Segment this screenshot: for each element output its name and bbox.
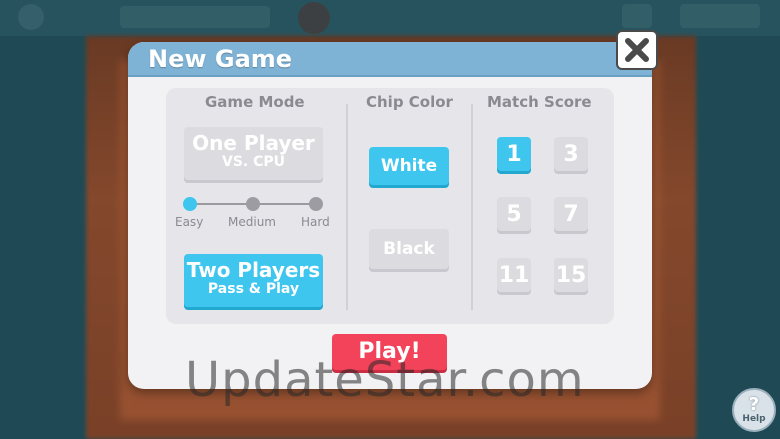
- background-top-bar: [0, 0, 780, 36]
- help-label: Help: [742, 414, 766, 424]
- two-players-subtitle: Pass & Play: [207, 281, 300, 297]
- one-player-button[interactable]: One Player VS. CPU: [184, 127, 323, 180]
- game-mode-label: Game Mode: [205, 93, 305, 111]
- score-7-button[interactable]: 7: [554, 197, 588, 231]
- background-knob: [298, 2, 330, 34]
- column-divider: [346, 104, 348, 310]
- difficulty-label-hard: Hard: [301, 215, 330, 229]
- two-players-button[interactable]: Two Players Pass & Play: [184, 254, 323, 307]
- background-blur-shape: [680, 4, 760, 28]
- match-score-label: Match Score: [487, 93, 592, 111]
- background-blur-shape: [120, 6, 270, 28]
- chip-color-label: Chip Color: [366, 93, 453, 111]
- score-3-button[interactable]: 3: [554, 137, 588, 171]
- difficulty-label-medium: Medium: [228, 215, 276, 229]
- difficulty-label-easy: Easy: [175, 215, 204, 229]
- score-11-button[interactable]: 11: [497, 258, 531, 292]
- difficulty-hard-dot[interactable]: [309, 197, 323, 211]
- help-question-icon: ?: [748, 394, 760, 415]
- difficulty-easy-dot[interactable]: [183, 197, 197, 211]
- score-1-button[interactable]: 1: [497, 137, 531, 171]
- dialog-header: New Game: [128, 42, 652, 77]
- watermark-text: UpdateStar.com: [185, 352, 585, 408]
- two-players-title: Two Players: [186, 258, 321, 282]
- help-button[interactable]: ? Help: [732, 388, 776, 432]
- one-player-subtitle: VS. CPU: [221, 154, 285, 170]
- one-player-title: One Player: [192, 131, 315, 155]
- score-5-button[interactable]: 5: [497, 197, 531, 231]
- close-button[interactable]: [616, 30, 658, 70]
- difficulty-medium-dot[interactable]: [246, 197, 260, 211]
- chip-white-button[interactable]: White: [369, 147, 449, 185]
- background-blur-shape: [622, 4, 652, 28]
- close-x-icon: [625, 38, 649, 62]
- score-15-button[interactable]: 15: [554, 258, 588, 292]
- column-divider: [471, 104, 473, 310]
- background-blur-shape: [18, 4, 44, 30]
- dialog-title: New Game: [148, 45, 293, 73]
- chip-black-button[interactable]: Black: [369, 229, 449, 269]
